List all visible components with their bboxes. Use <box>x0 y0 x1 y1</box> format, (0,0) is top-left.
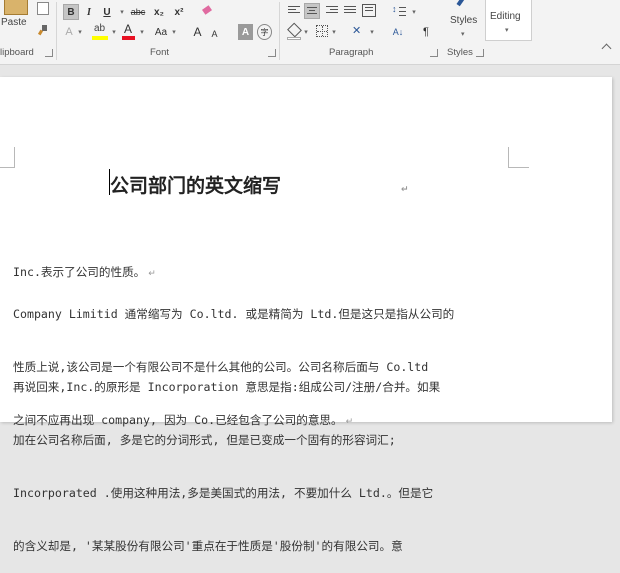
paragraph-line: 再说回来,Inc.的原形是 Incorporation 意思是指:组成公司/注册… <box>13 380 441 395</box>
borders-dropdown-icon[interactable]: ▾ <box>331 24 337 40</box>
highlight-button[interactable]: ab <box>92 23 110 41</box>
styles-label: Styles <box>450 15 478 26</box>
font-color-dropdown-icon[interactable]: ▾ <box>139 24 145 40</box>
paragraph-group-label: Paragraph <box>329 47 374 58</box>
distributed-icon[interactable] <box>362 4 376 17</box>
align-center-icon[interactable] <box>304 3 320 19</box>
font-group-label: Font <box>150 47 170 58</box>
paragraph-dialog-launcher-icon[interactable] <box>430 49 438 57</box>
change-case-dropdown-icon[interactable]: ▾ <box>171 24 177 40</box>
font-dialog-launcher-icon[interactable] <box>268 49 276 57</box>
highlight-color-swatch <box>92 36 108 40</box>
underline-dropdown-icon[interactable]: ▾ <box>119 4 125 20</box>
paste-icon <box>4 0 28 15</box>
paragraph-line: Company Limitid 通常缩写为 Co.ltd. 或是精简为 Ltd.… <box>13 307 455 322</box>
format-painter-icon[interactable] <box>37 25 49 36</box>
group-separator <box>279 2 280 60</box>
paragraph-mark: ↵ <box>401 185 409 195</box>
editing-label: Editing <box>490 11 521 22</box>
paragraph-line: 加在公司名称后面, 多是它的分词形式, 但是已变成一个固有的形容词汇; <box>13 432 396 447</box>
styles-dialog-launcher-icon[interactable] <box>476 49 484 57</box>
document-title[interactable]: 公司部门的英文缩写 ↵ <box>110 171 409 198</box>
superscript-button[interactable]: x² <box>171 4 187 20</box>
paragraph-line: 的含义却是, '某某股份有限公司'重点在于性质是'股份制'的有限公司。意 <box>13 538 403 553</box>
copy-icon[interactable] <box>37 2 49 15</box>
character-shading-button[interactable]: A <box>238 24 253 40</box>
asian-layout-dropdown-icon[interactable]: ▾ <box>369 24 375 40</box>
change-case-button[interactable]: Aa <box>152 24 170 40</box>
editing-button[interactable]: Editing ▾ <box>485 0 532 41</box>
clipboard-group-label: lipboard <box>0 47 34 58</box>
enclose-characters-button[interactable]: 字 <box>257 24 272 40</box>
asian-layout-icon[interactable]: ✕ <box>352 24 368 38</box>
paragraph-line: Incorporated .使用这种用法,多是美国式的用法, 不要加什么 Ltd… <box>13 485 434 500</box>
crop-mark-top-left <box>0 147 15 168</box>
sort-button[interactable]: A↓ <box>390 24 406 40</box>
font-color-label: A <box>124 22 133 36</box>
shrink-font-button[interactable]: A <box>210 26 219 42</box>
shading-icon[interactable] <box>287 22 302 40</box>
clear-formatting-icon[interactable] <box>201 5 213 17</box>
editing-dropdown-icon: ▾ <box>505 27 509 34</box>
italic-button[interactable]: I <box>82 4 96 20</box>
underline-button[interactable]: U <box>100 4 114 20</box>
subscript-button[interactable]: x₂ <box>151 4 167 20</box>
strikethrough-button[interactable]: abc <box>128 4 148 20</box>
justify-icon[interactable] <box>344 6 356 17</box>
document-title-text: 公司部门的英文缩写 <box>110 175 282 197</box>
align-right-icon[interactable] <box>326 6 338 17</box>
grow-font-button[interactable]: A <box>192 24 203 40</box>
styles-group-label: Styles <box>447 47 473 58</box>
text-effects-dropdown-icon[interactable]: ▾ <box>77 24 83 40</box>
crop-mark-top-right <box>508 147 529 168</box>
paste-button[interactable]: Paste <box>0 0 32 44</box>
group-separator <box>56 2 57 60</box>
collapse-ribbon-icon[interactable] <box>601 43 612 54</box>
styles-button[interactable]: Styles ▾ <box>446 0 480 44</box>
shading-dropdown-icon[interactable]: ▾ <box>303 24 309 40</box>
paragraph-3[interactable]: 再说回来,Inc.的原形是 Incorporation 意思是指:组成公司/注册… <box>13 344 513 573</box>
clipboard-dialog-launcher-icon[interactable] <box>45 49 53 57</box>
show-hide-marks-button[interactable]: ¶ <box>420 24 432 40</box>
text-effects-button[interactable]: A <box>62 24 76 40</box>
paste-label: Paste <box>1 17 27 28</box>
styles-icon <box>456 0 470 7</box>
align-left-icon[interactable] <box>288 6 300 17</box>
highlight-label: ab <box>94 23 106 34</box>
styles-dropdown-icon: ▾ <box>461 31 465 38</box>
font-color-button[interactable]: A <box>122 22 136 41</box>
line-spacing-dropdown-icon[interactable]: ▾ <box>411 4 417 20</box>
bold-button[interactable]: B <box>63 4 79 20</box>
line-spacing-icon[interactable]: ↕ <box>392 4 410 18</box>
font-color-swatch <box>122 36 135 40</box>
highlight-dropdown-icon[interactable]: ▾ <box>111 24 117 40</box>
borders-icon[interactable] <box>316 25 328 37</box>
ribbon: Paste lipboard B I U ▾ abc x₂ x² A ▾ ab … <box>0 0 620 65</box>
